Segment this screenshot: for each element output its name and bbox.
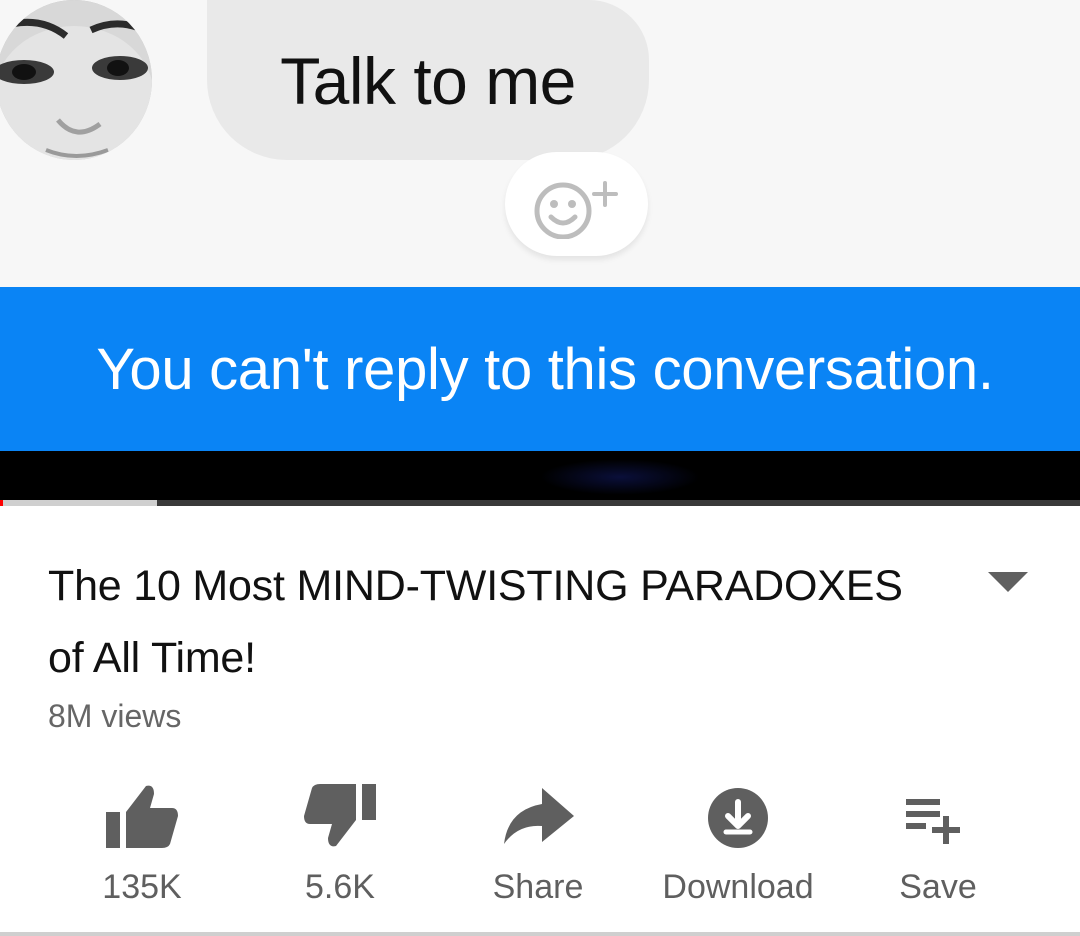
share-button[interactable]: Share xyxy=(438,774,638,924)
video-info: The 10 Most MIND-TWISTING PARADOXES of A… xyxy=(0,506,1080,936)
dislike-count: 5.6K xyxy=(305,868,375,906)
chevron-down-icon xyxy=(988,572,1028,592)
cannot-reply-banner: You can't reply to this conversation. xyxy=(0,287,1080,451)
thumbs-down-icon xyxy=(300,778,380,858)
video-frame xyxy=(540,459,700,495)
messenger-conversation: Talk to me xyxy=(0,0,1080,287)
view-count: 8M views xyxy=(48,698,182,734)
save-playlist-icon xyxy=(898,778,978,858)
expand-description-button[interactable] xyxy=(986,568,1030,596)
message-bubble[interactable]: Talk to me xyxy=(207,0,649,160)
save-button[interactable]: Save xyxy=(838,774,1038,924)
contact-avatar[interactable] xyxy=(0,0,152,160)
save-label: Save xyxy=(899,868,977,906)
thumbs-up-icon xyxy=(102,778,182,858)
share-label: Share xyxy=(492,868,584,906)
download-label: Download xyxy=(662,868,814,906)
like-count: 135K xyxy=(102,868,182,906)
like-button[interactable]: 135K xyxy=(42,774,242,924)
dislike-button[interactable]: 5.6K xyxy=(240,774,440,924)
download-button[interactable]: Download xyxy=(638,774,838,924)
smiley-plus-icon xyxy=(534,181,618,239)
contact-face-image xyxy=(0,0,152,160)
download-icon xyxy=(698,778,778,858)
add-reaction-button[interactable] xyxy=(505,152,648,256)
video-player[interactable] xyxy=(0,451,1080,500)
video-title[interactable]: The 10 Most MIND-TWISTING PARADOXES of A… xyxy=(48,550,948,694)
bottom-divider xyxy=(0,932,1080,936)
video-actions: 135K 5.6K Share Download Save xyxy=(0,774,1080,924)
message-text: Talk to me xyxy=(280,44,576,118)
cannot-reply-text: You can't reply to this conversation. xyxy=(96,336,994,402)
share-icon xyxy=(498,778,578,858)
